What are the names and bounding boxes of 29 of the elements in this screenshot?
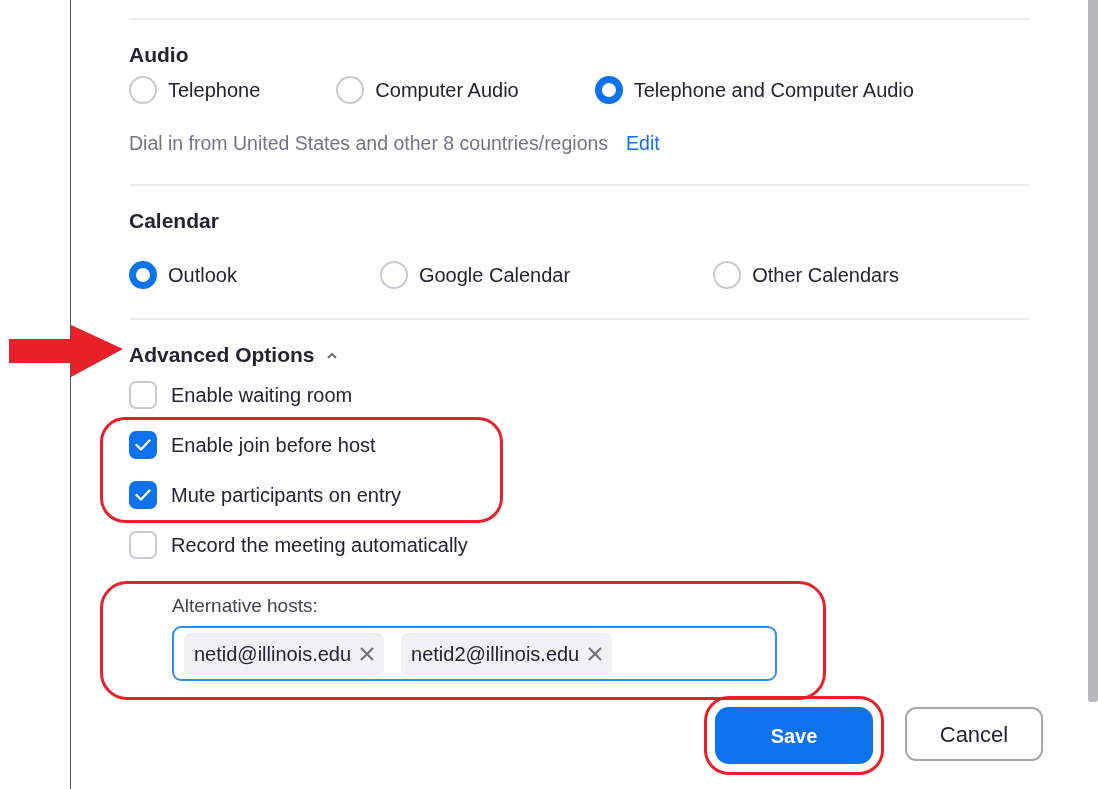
scrollbar[interactable] [1088, 0, 1098, 702]
checkmark-icon [135, 488, 151, 501]
radio-option[interactable]: Google Calendar [379, 259, 571, 290]
checkmark-icon [135, 438, 151, 451]
section-title: Audio [129, 42, 190, 68]
checkbox[interactable] [129, 530, 157, 559]
checkbox-label: Record the meeting automatically [171, 532, 468, 558]
checkbox[interactable] [129, 380, 157, 409]
radio-option[interactable]: Outlook [129, 259, 237, 290]
close-icon[interactable] [588, 646, 603, 661]
radio-option[interactable]: Other Calendars [713, 259, 899, 290]
section-title: Advanced Options [129, 342, 315, 368]
edit-link[interactable]: Edit [626, 129, 660, 159]
checkbox[interactable] [129, 480, 157, 509]
chip-text: netid2@illinois.edu [411, 641, 580, 667]
cancel-button[interactable]: Cancel [905, 707, 1043, 762]
dial-in-text: Dial in from United States and other 8 countries/regions [129, 131, 609, 157]
radio-option[interactable]: Computer Audio [336, 75, 519, 106]
close-icon[interactable] [360, 646, 375, 661]
field-label: Alternative hosts: [172, 593, 319, 618]
checkbox-label: Enable waiting room [171, 382, 353, 408]
radio-option[interactable]: Telephone and Computer Audio [594, 75, 914, 106]
radio-option[interactable]: Telephone [129, 75, 261, 106]
section-title: Calendar [129, 208, 220, 234]
checkbox[interactable] [129, 430, 157, 459]
checkbox-label: Mute participants on entry [171, 482, 402, 508]
hosts-field[interactable]: netid@illinois.edu netid2@illinois.edu [172, 626, 777, 682]
chip-text: netid@illinois.edu [194, 641, 352, 667]
checkbox-label: Enable join before host [171, 432, 376, 458]
